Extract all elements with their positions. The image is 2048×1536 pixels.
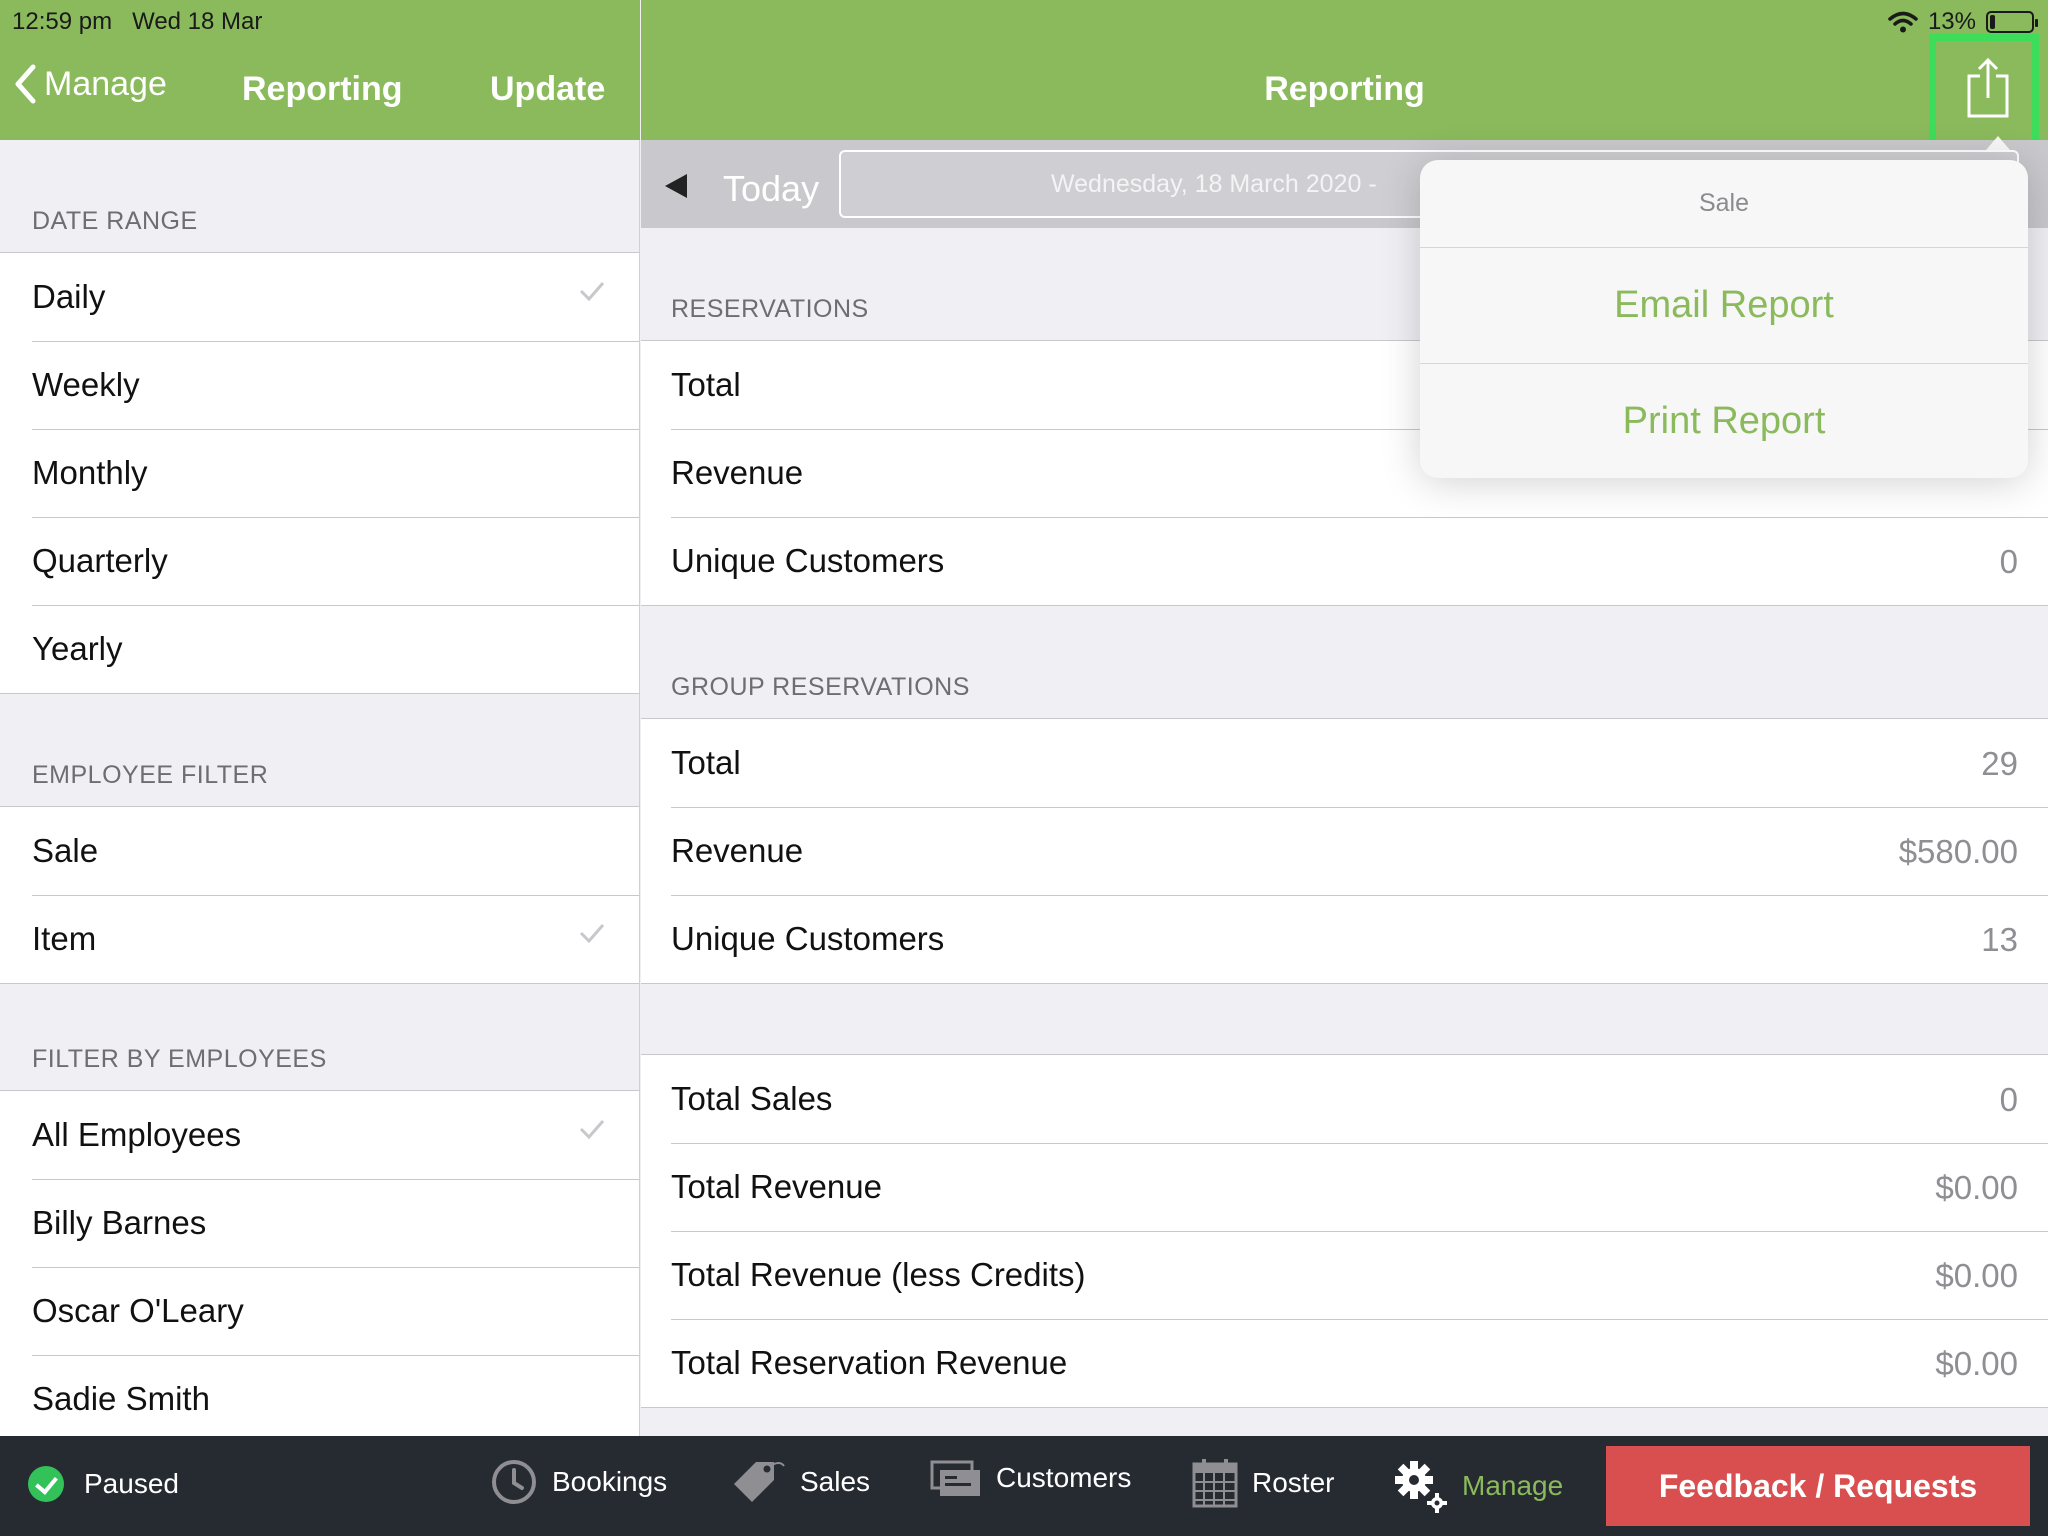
date-range-list: Daily Weekly Monthly Quarterly Yearly	[0, 252, 639, 694]
calendar-icon	[1192, 1459, 1238, 1508]
section-header-group-reservations: GROUP RESERVATIONS	[671, 673, 970, 701]
page-title: Reporting	[1264, 70, 1425, 108]
left-header: 12:59 pm Wed 18 Mar Manage Reporting Upd…	[0, 0, 640, 140]
popover-title: Sale	[1420, 160, 2028, 248]
tab-customers[interactable]: Customers	[930, 1458, 1131, 1498]
chevron-left-icon	[15, 64, 36, 104]
checkmark-icon	[579, 1120, 605, 1139]
employee-billy-barnes[interactable]: Billy Barnes	[0, 1179, 639, 1267]
today-button[interactable]: Today	[723, 168, 819, 210]
date-range-quarterly[interactable]: Quarterly	[0, 517, 639, 605]
sales-summary-list: Total Sales 0 Total Revenue $0.00 Total Re…	[641, 1054, 2048, 1408]
share-button[interactable]	[1958, 56, 2018, 120]
tab-sales[interactable]: Sales	[730, 1458, 870, 1506]
battery-percent: 13%	[1927, 8, 1976, 35]
date-range-yearly[interactable]: Yearly	[0, 605, 639, 693]
tag-icon	[734, 1462, 785, 1502]
table-row: Total Reservation Revenue $0.00	[641, 1319, 2048, 1407]
employee-filter-sale[interactable]: Sale	[0, 807, 639, 895]
wifi-icon	[1888, 11, 1918, 33]
table-row: Revenue $580.00	[641, 807, 2048, 895]
left-title: Reporting	[242, 70, 403, 108]
employee-oscar-oleary[interactable]: Oscar O'Leary	[0, 1267, 639, 1355]
checkmark-icon	[579, 282, 605, 301]
feedback-requests-button[interactable]: Feedback / Requests	[1606, 1446, 2030, 1526]
checkmark-circle-icon	[28, 1466, 64, 1502]
employees-list: All Employees Billy Barnes Oscar O'Leary…	[0, 1090, 639, 1436]
date-range-weekly[interactable]: Weekly	[0, 341, 639, 429]
table-row: Total 29	[671, 744, 2018, 782]
table-row: Total Sales 0	[671, 1080, 2018, 1118]
share-popover: Sale Email Report Print Report	[1420, 160, 2028, 478]
table-row: Total Revenue (less Credits) $0.00	[641, 1231, 2048, 1319]
previous-date-arrow-icon[interactable]	[665, 174, 687, 198]
employee-filter-list: Sale Item	[0, 806, 639, 984]
employee-filter-item[interactable]: Item	[0, 895, 639, 983]
filter-sidebar: DATE RANGE Daily Weekly Monthly Quarterl…	[0, 140, 640, 1436]
section-header-filter-by-employees: FILTER BY EMPLOYEES	[32, 1045, 327, 1073]
status-time: 12:59 pm Wed 18 Mar	[12, 8, 263, 35]
email-report-button[interactable]: Email Report	[1420, 248, 2028, 363]
section-header-employee-filter: EMPLOYEE FILTER	[32, 761, 269, 789]
back-button[interactable]: Manage	[14, 64, 167, 104]
right-header: Reporting 13%	[641, 0, 2048, 140]
employee-all[interactable]: All Employees	[0, 1091, 639, 1179]
customers-icon	[930, 1460, 980, 1496]
table-row: Unique Customers 13	[641, 895, 2048, 983]
group-reservations-list: Total 29 Revenue $580.00 Unique Customers 1…	[641, 718, 2048, 984]
tab-manage[interactable]: Manage	[1392, 1458, 1563, 1514]
back-label: Manage	[44, 64, 167, 103]
tab-bookings[interactable]: Bookings	[490, 1458, 667, 1506]
bottom-tab-bar: Paused Bookings Sales Customers Roster M…	[0, 1436, 2048, 1536]
print-report-button[interactable]: Print Report	[1420, 363, 2028, 478]
paused-status[interactable]: Paused	[28, 1466, 179, 1502]
checkmark-icon	[579, 924, 605, 943]
popover-arrow	[1986, 136, 2010, 150]
gear-icon	[1395, 1461, 1447, 1513]
clock-icon	[492, 1460, 536, 1504]
paused-label: Paused	[84, 1468, 179, 1499]
employee-sadie-smith[interactable]: Sadie Smith	[0, 1355, 639, 1436]
share-icon	[1967, 57, 2009, 118]
status-indicators: 13%	[1888, 8, 2038, 36]
update-button[interactable]: Update	[490, 70, 605, 109]
battery-icon	[1986, 11, 2038, 33]
date-range-daily[interactable]: Daily	[0, 253, 639, 341]
tab-roster[interactable]: Roster	[1192, 1458, 1334, 1508]
table-row: Total Revenue $0.00	[641, 1143, 2048, 1231]
date-range-monthly[interactable]: Monthly	[0, 429, 639, 517]
section-header-date-range: DATE RANGE	[32, 207, 198, 235]
table-row: Unique Customers 0	[641, 517, 2048, 605]
